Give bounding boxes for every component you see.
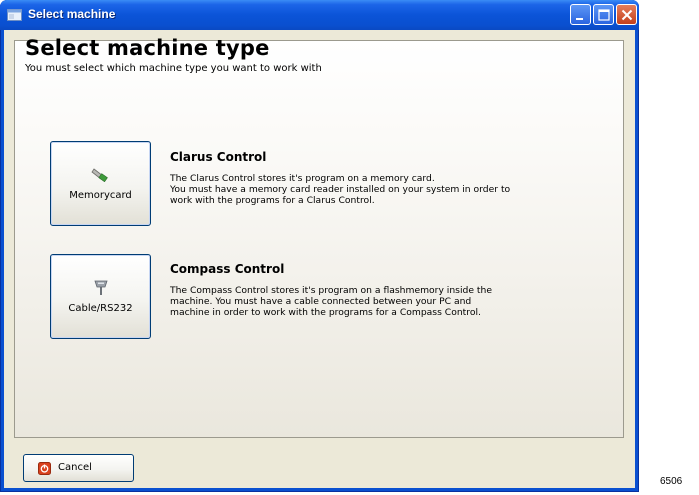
content-panel (14, 40, 624, 438)
description-line: work with the programs for a Clarus Cont… (170, 195, 375, 206)
page-title: Select machine type (25, 36, 270, 60)
compass-control-title: Compass Control (170, 262, 285, 276)
clarus-control-title: Clarus Control (170, 150, 267, 164)
window-title: Select machine (28, 7, 116, 21)
clarus-control-description: The Clarus Control stores it's program o… (170, 173, 610, 206)
app-window-icon (7, 9, 22, 21)
minimize-icon (576, 18, 583, 20)
cancel-icon (38, 462, 51, 475)
page-subtitle: You must select which machine type you w… (25, 63, 322, 74)
cable-rs232-button-label: Cable/RS232 (68, 303, 133, 314)
description-line: machine in order to work with the progra… (170, 307, 481, 318)
memorycard-button[interactable]: Memorycard (50, 141, 151, 226)
description-line: The Compass Control stores it's program … (170, 285, 492, 296)
close-icon (621, 9, 633, 21)
memorycard-button-label: Memorycard (69, 190, 132, 201)
maximize-button[interactable] (593, 4, 614, 25)
memory-card-icon (91, 168, 108, 182)
cancel-button-label: Cancel (58, 462, 92, 473)
title-bar[interactable]: Select machine (0, 0, 639, 30)
close-button[interactable] (616, 4, 637, 25)
description-line: You must have a memory card reader insta… (170, 184, 511, 195)
minimize-button[interactable] (570, 4, 591, 25)
figure-code: 6506 (660, 476, 683, 487)
description-line: The Clarus Control stores it's program o… (170, 173, 435, 184)
cancel-button[interactable]: Cancel (23, 454, 134, 482)
compass-control-description: The Compass Control stores it's program … (170, 285, 610, 318)
serial-cable-icon (94, 280, 108, 295)
description-line: machine. You must have a cable connected… (170, 296, 472, 307)
cable-rs232-button[interactable]: Cable/RS232 (50, 254, 151, 339)
maximize-icon (598, 9, 610, 21)
select-machine-window: Select machine Select machine type You m… (0, 0, 639, 492)
